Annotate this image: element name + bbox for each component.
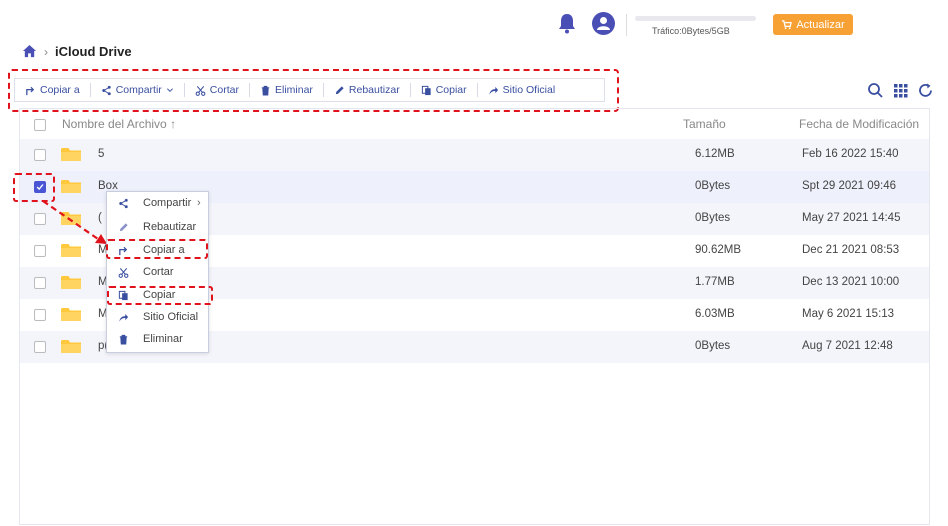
trash-icon [119, 334, 128, 345]
context-menu-label: Compartir [143, 197, 192, 209]
page-title: iCloud Drive [55, 44, 132, 59]
file-date: May 27 2021 14:45 [802, 212, 901, 224]
search-icon[interactable] [867, 82, 884, 99]
file-date: Aug 7 2021 12:48 [802, 340, 893, 352]
file-size: 90.62MB [695, 244, 742, 256]
context-menu-item-rebautizar[interactable]: Rebautizar [107, 216, 208, 238]
context-menu-item-eliminar[interactable]: Eliminar [107, 328, 208, 350]
scissors-icon [118, 267, 129, 278]
pencil-icon [119, 222, 128, 231]
external-share-icon [119, 313, 129, 322]
folder-icon [61, 276, 81, 289]
traffic-progress-bar [635, 16, 756, 21]
home-icon[interactable] [22, 44, 37, 59]
context-menu-item-compartir[interactable]: Compartir › [107, 192, 208, 214]
folder-icon [61, 180, 81, 193]
column-header-date[interactable]: Fecha de Modificación [799, 117, 919, 131]
file-date: Spt 29 2021 09:46 [802, 180, 896, 192]
context-menu-label: Rebautizar [143, 221, 197, 233]
file-date: Dec 13 2021 10:00 [802, 276, 900, 288]
upgrade-button[interactable]: Actualizar [773, 14, 853, 35]
file-size: 0Bytes [695, 212, 731, 224]
annotation-arrow [42, 200, 107, 244]
folder-icon [61, 148, 81, 161]
row-checkbox[interactable] [34, 277, 46, 289]
breadcrumb: › iCloud Drive [22, 44, 132, 59]
folder-icon [61, 340, 81, 353]
context-menu-label: Sitio Oficial [143, 311, 199, 323]
file-date: Feb 16 2022 15:40 [802, 148, 899, 160]
chevron-right-icon: › [197, 197, 201, 209]
column-header-name[interactable]: Nombre del Archivo ↑ [62, 117, 176, 131]
share-icon [119, 198, 128, 208]
file-name[interactable]: 5 [98, 148, 104, 160]
sort-arrow-icon[interactable]: ↑ [170, 117, 176, 131]
context-menu-label: Cortar [143, 266, 174, 278]
column-name-label: Nombre del Archivo [62, 117, 167, 131]
copy-highlight [107, 286, 213, 305]
grid-icon[interactable] [892, 82, 909, 99]
context-menu-label: Eliminar [143, 333, 183, 345]
row-checkbox[interactable] [34, 149, 46, 161]
bell-icon[interactable] [557, 12, 577, 34]
file-date: Dec 21 2021 08:53 [802, 244, 900, 256]
upgrade-label: Actualizar [796, 18, 845, 31]
file-size: 6.12MB [695, 148, 735, 160]
header-divider [626, 14, 627, 36]
file-size: 0Bytes [695, 180, 731, 192]
select-all-checkbox[interactable] [34, 119, 46, 131]
file-size: 1.77MB [695, 276, 735, 288]
toolbar-highlight [8, 69, 619, 112]
traffic-text: Tráfico:0Bytes/5GB [652, 26, 730, 36]
column-header-size[interactable]: Tamaño [683, 117, 726, 131]
row-checkbox[interactable] [34, 309, 46, 321]
user-avatar-icon[interactable] [592, 12, 615, 35]
folder-icon [61, 308, 81, 321]
file-size: 0Bytes [695, 340, 731, 352]
context-menu: Compartir › Rebautizar Copiar a Cortar Copiar… [106, 191, 209, 353]
chevron-right-icon: › [44, 44, 48, 59]
view-tools [867, 82, 934, 99]
context-menu-item-cortar[interactable]: Cortar [107, 261, 208, 283]
file-manager-window: Tráfico:0Bytes/5GB Actualizar › iCloud D… [0, 0, 948, 526]
refresh-icon[interactable] [917, 82, 934, 99]
copy-to-highlight [106, 239, 208, 259]
table-row[interactable]: 5 6.12MB Feb 16 2022 15:40 [20, 139, 929, 171]
file-date: May 6 2021 15:13 [802, 308, 895, 320]
context-menu-item-sitio-oficial[interactable]: Sitio Oficial [107, 306, 208, 328]
cart-icon [782, 20, 793, 30]
file-size: 6.03MB [695, 308, 735, 320]
row-checkbox[interactable] [34, 341, 46, 353]
